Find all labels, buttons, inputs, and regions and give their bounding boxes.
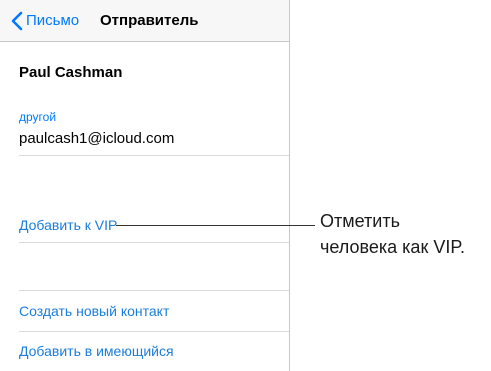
create-new-contact-button[interactable]: Создать новый контакт: [19, 302, 169, 320]
page-title: Отправитель: [100, 12, 199, 29]
add-to-existing-contact-button[interactable]: Добавить в имеющийся: [19, 342, 174, 360]
callout-annotation: Отметить человека как VIP.: [320, 208, 465, 260]
screen-edge: [289, 0, 290, 371]
contact-name: Paul Cashman: [19, 64, 123, 81]
phone-screen: Письмо Отправитель Paul Cashman другой p…: [0, 0, 289, 371]
separator: [19, 331, 289, 332]
separator: [19, 242, 289, 243]
separator: [19, 155, 289, 156]
navigation-bar: Письмо Отправитель: [0, 0, 289, 42]
email-address[interactable]: paulcash1@icloud.com: [19, 130, 174, 148]
chevron-left-icon: [11, 11, 23, 31]
callout-line-1: Отметить: [320, 211, 400, 231]
back-button-label: Письмо: [26, 12, 80, 29]
callout-line: [116, 225, 315, 226]
email-type-label: другой: [19, 110, 57, 124]
back-button[interactable]: Письмо: [11, 10, 79, 32]
add-to-vip-button[interactable]: Добавить к VIP: [19, 216, 117, 234]
separator: [19, 290, 289, 291]
callout-line-2: человека как VIP.: [320, 237, 466, 257]
